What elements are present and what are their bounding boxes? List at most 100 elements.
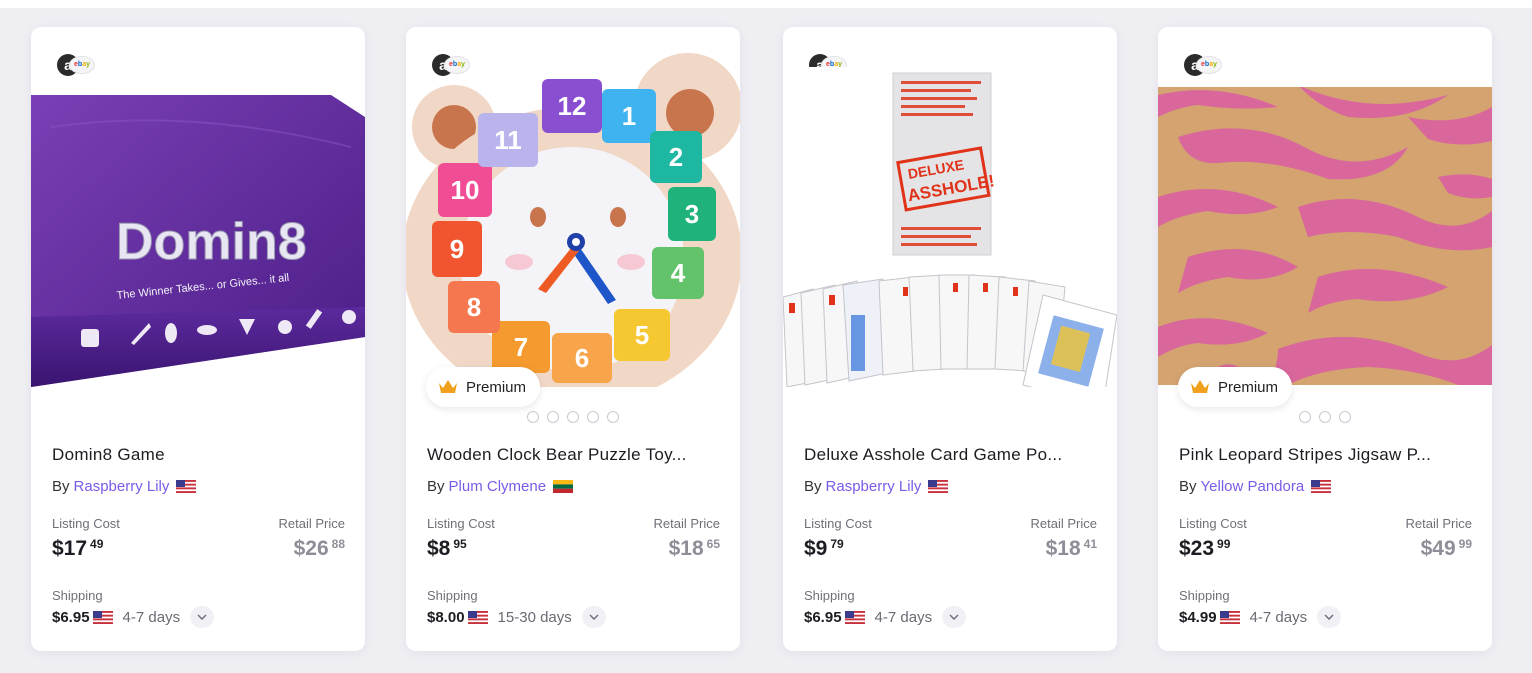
retail-price-value: $49 99 xyxy=(1420,537,1472,560)
premium-badge: Premium xyxy=(1178,367,1293,407)
image-carousel-dots xyxy=(406,411,740,423)
chevron-down-icon xyxy=(949,614,959,620)
shipping-days: 4-7 days xyxy=(1249,608,1308,626)
shipping-label: Shipping xyxy=(427,588,478,603)
clock-tile: 11 xyxy=(478,113,538,167)
top-band xyxy=(0,0,1532,8)
seller-line: By Raspberry Lily xyxy=(52,478,197,495)
clock-tile: 8 xyxy=(448,281,500,333)
shipping-dropdown-button[interactable] xyxy=(581,606,606,628)
crown-icon xyxy=(439,380,457,393)
retail-price-value: $26 88 xyxy=(293,537,345,560)
listing-cost-label: Listing Cost xyxy=(52,516,120,531)
shipping-cost: $6.95 xyxy=(52,608,90,626)
clock-tile: 10 xyxy=(438,163,492,217)
seller-link[interactable]: Plum Clymene xyxy=(449,478,547,495)
shipping-cost: $4.99 xyxy=(1179,608,1217,626)
image-carousel-dots xyxy=(1158,411,1492,423)
product-image[interactable]: Domin8 The Winner Takes... or Gives... i… xyxy=(31,87,365,387)
source-logo-icon: a ebay xyxy=(57,54,95,76)
us-flag-icon xyxy=(1311,480,1332,493)
shipping-days: 4-7 days xyxy=(122,608,181,626)
retail-price-label: Retail Price xyxy=(278,516,345,531)
clock-tile: 1 xyxy=(602,89,656,143)
lt-flag-icon xyxy=(553,480,574,493)
shipping-row: $8.00 15-30 days xyxy=(427,606,606,628)
product-card[interactable]: a ebay xyxy=(783,27,1117,651)
shipping-label: Shipping xyxy=(52,588,103,603)
shipping-row: $4.99 4-7 days xyxy=(1179,606,1342,628)
retail-price-label: Retail Price xyxy=(1405,516,1472,531)
crown-icon xyxy=(1191,380,1209,393)
us-flag-icon xyxy=(844,610,865,624)
product-card[interactable]: 12 1 2 3 4 5 6 7 8 9 10 11 a ebay Premiu… xyxy=(406,27,740,651)
source-logo-icon: a ebay xyxy=(1184,54,1222,76)
clock-tile: 4 xyxy=(652,247,704,299)
retail-price-label: Retail Price xyxy=(653,516,720,531)
shipping-days: 15-30 days xyxy=(497,608,572,626)
shipping-label: Shipping xyxy=(1179,588,1230,603)
shipping-cost: $8.00 xyxy=(427,608,465,626)
shipping-row: $6.95 4-7 days xyxy=(52,606,215,628)
chevron-down-icon xyxy=(197,614,207,620)
carousel-dot[interactable] xyxy=(567,411,579,423)
us-flag-icon xyxy=(467,610,488,624)
retail-price-value: $18 65 xyxy=(668,537,720,560)
listing-cost-label: Listing Cost xyxy=(1179,516,1247,531)
clock-tile: 5 xyxy=(614,309,670,361)
product-title[interactable]: Deluxe Asshole Card Game Po... xyxy=(804,445,1098,465)
seller-link[interactable]: Yellow Pandora xyxy=(1201,478,1305,495)
us-flag-icon xyxy=(1219,610,1240,624)
listing-cost-value: $23 99 xyxy=(1179,537,1231,560)
us-flag-icon xyxy=(92,610,113,624)
clock-number-ring: 12 1 2 3 4 5 6 7 8 9 10 11 xyxy=(406,27,740,387)
premium-badge: Premium xyxy=(426,367,541,407)
seller-link[interactable]: Raspberry Lily xyxy=(826,478,922,495)
shipping-label: Shipping xyxy=(804,588,855,603)
seller-line: By Raspberry Lily xyxy=(804,478,949,495)
us-flag-icon xyxy=(176,480,197,493)
carousel-dot[interactable] xyxy=(547,411,559,423)
product-image[interactable] xyxy=(1158,87,1492,385)
carousel-dot[interactable] xyxy=(527,411,539,423)
listing-cost-label: Listing Cost xyxy=(804,516,872,531)
product-title[interactable]: Wooden Clock Bear Puzzle Toy... xyxy=(427,445,721,465)
listing-cost-value: $9 79 xyxy=(804,537,844,560)
seller-line: By Plum Clymene xyxy=(427,478,574,495)
us-flag-icon xyxy=(928,480,949,493)
retail-price-label: Retail Price xyxy=(1030,516,1097,531)
listing-cost-value: $8 95 xyxy=(427,537,467,560)
carousel-dot[interactable] xyxy=(1339,411,1351,423)
product-card[interactable]: a ebay Domin8 The Winner Takes... or Giv… xyxy=(31,27,365,651)
clock-tile: 6 xyxy=(552,333,612,383)
shipping-days: 4-7 days xyxy=(874,608,933,626)
carousel-dot[interactable] xyxy=(1299,411,1311,423)
shipping-dropdown-button[interactable] xyxy=(1317,606,1342,628)
carousel-dot[interactable] xyxy=(587,411,599,423)
clock-tile: 3 xyxy=(668,187,716,241)
clock-tile: 7 xyxy=(492,321,550,373)
listing-cost-value: $17 49 xyxy=(52,537,104,560)
seller-link[interactable]: Raspberry Lily xyxy=(74,478,170,495)
product-image[interactable]: DELUXE ASSHOLE! xyxy=(783,67,1117,387)
product-image[interactable]: 12 1 2 3 4 5 6 7 8 9 10 11 xyxy=(406,27,740,387)
product-title[interactable]: Domin8 Game xyxy=(52,445,346,465)
shipping-dropdown-button[interactable] xyxy=(942,606,967,628)
carousel-dot[interactable] xyxy=(607,411,619,423)
chevron-down-icon xyxy=(589,614,599,620)
chevron-down-icon xyxy=(1324,614,1334,620)
box-brand-text: Domin8 xyxy=(116,213,307,271)
source-logo-icon: a ebay xyxy=(432,54,470,76)
product-title[interactable]: Pink Leopard Stripes Jigsaw P... xyxy=(1179,445,1473,465)
carousel-dot[interactable] xyxy=(1319,411,1331,423)
clock-tile: 9 xyxy=(432,221,482,277)
shipping-row: $6.95 4-7 days xyxy=(804,606,967,628)
shipping-dropdown-button[interactable] xyxy=(190,606,215,628)
retail-price-value: $18 41 xyxy=(1045,537,1097,560)
product-grid: a ebay Domin8 The Winner Takes... or Giv… xyxy=(0,0,1532,673)
clock-tile: 12 xyxy=(542,79,602,133)
listing-cost-label: Listing Cost xyxy=(427,516,495,531)
product-card[interactable]: a ebay xyxy=(1158,27,1492,651)
shipping-cost: $6.95 xyxy=(804,608,842,626)
seller-line: By Yellow Pandora xyxy=(1179,478,1332,495)
